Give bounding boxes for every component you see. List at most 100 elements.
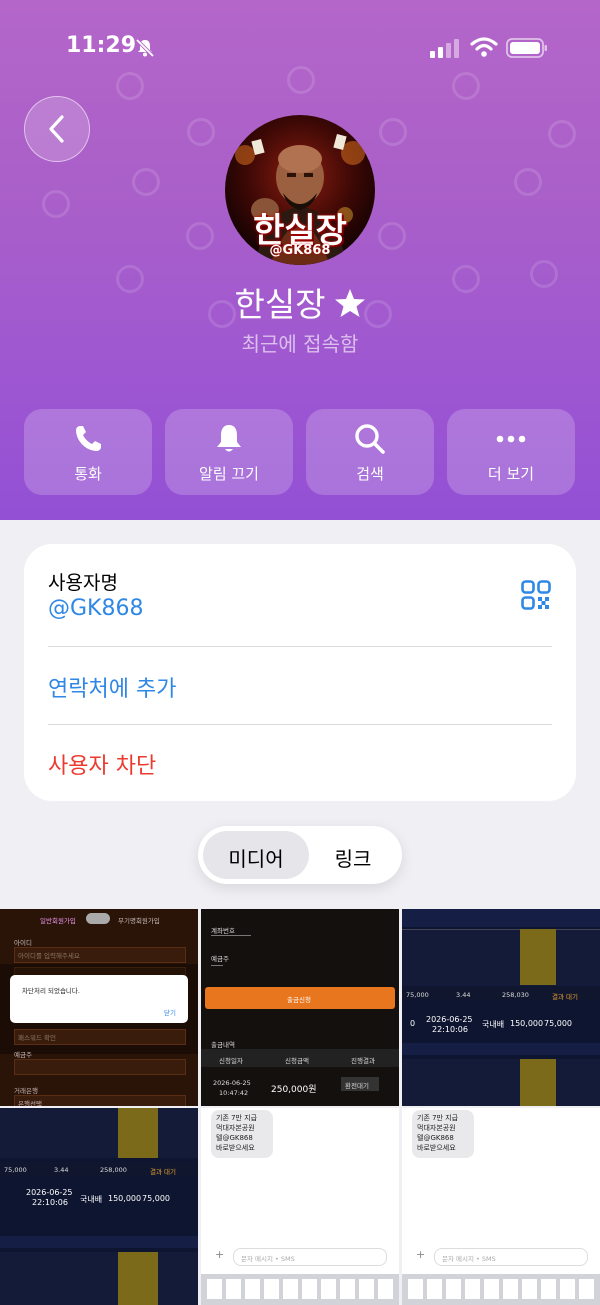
thumb-keyboard-keys (207, 1279, 393, 1299)
thumb-text: 신청금액 (285, 1057, 309, 1065)
thumb-highlight-cell (118, 1108, 158, 1158)
thumb-text: 22:10:06 (432, 1025, 468, 1034)
profile-name-text: 한실장 (234, 285, 326, 324)
search-icon (355, 424, 385, 454)
cellular-signal-icon (430, 39, 459, 58)
tab-media[interactable]: 미디어 (203, 843, 309, 872)
thumb-text: 0 (410, 1019, 416, 1028)
wifi-icon (470, 37, 498, 57)
thumb-text: 닫기 (164, 1009, 176, 1017)
thumb-text: 250,000원 (271, 1085, 317, 1095)
username-label: 사용자명 (48, 572, 118, 594)
profile-header: 11:29 한실장 @GK868 한실장 최근에 접속함 통화 알림 끄기 검색… (0, 0, 600, 520)
media-thumbnail[interactable]: 기존 7만 지급 먹대자본공원 텔@GK868 바로받으세요 + 문자 메시지 … (201, 1108, 399, 1305)
thumb-text: 258,000 (100, 1166, 127, 1174)
back-button[interactable] (24, 96, 90, 162)
qr-code-icon[interactable] (521, 580, 551, 610)
battery-icon (506, 38, 547, 58)
media-thumbnail[interactable]: 75,000 3.44 258,000 결과 대기 2026-06-25 22:… (0, 1108, 198, 1305)
search-label: 검색 (356, 465, 384, 483)
thumb-text: 문자 메시지 • SMS (241, 1255, 295, 1263)
profile-name: 한실장 (0, 278, 600, 326)
more-button[interactable]: 더 보기 (447, 409, 575, 495)
thumb-input (14, 1059, 186, 1075)
thumb-text: 75,000 (4, 1166, 27, 1174)
chevron-left-icon (49, 115, 64, 143)
thumb-line (211, 965, 223, 966)
media-thumbnail[interactable]: 일반회원가입 무기명회원가입 아이디 아이디를 입력해주세요 차단처리 되었습니… (0, 909, 198, 1106)
search-button[interactable]: 검색 (306, 409, 434, 495)
thumb-text: 150,000 (108, 1194, 142, 1203)
thumb-text: 2026-06-25 (213, 1079, 251, 1087)
thumb-text: 먹대자본공원 (216, 1124, 255, 1132)
thumb-text: 바로받으세요 (216, 1144, 255, 1152)
thumb-text: 신청일자 (219, 1057, 243, 1065)
thumb-text: 패스워드 확인 (18, 1034, 56, 1042)
thumb-highlight-cell (118, 1252, 158, 1305)
thumb-text: 텔@GK868 (417, 1134, 454, 1142)
thumb-text: 결과 대기 (150, 1168, 176, 1176)
thumb-text: 아이디를 입력해주세요 (18, 952, 80, 960)
thumb-text: 출금내역 (211, 1041, 235, 1049)
thumb-text: 은행선택 (18, 1100, 42, 1106)
thumb-dialog (10, 975, 188, 1023)
more-icon (496, 435, 526, 443)
media-thumbnail[interactable]: 계좌번호 예금주 출금신청 출금내역 신청일자 신청금액 진행결과 2026-0… (201, 909, 399, 1106)
avatar-handle-art: @GK868 (269, 243, 331, 258)
separator (48, 646, 552, 647)
thumb-text: 무기명회원가입 (118, 917, 160, 925)
thumb-line (211, 935, 251, 936)
call-label: 통화 (74, 465, 102, 483)
thumb-table-row (402, 1059, 600, 1106)
mute-button[interactable]: 알림 끄기 (165, 409, 293, 495)
thumb-text: 3.44 (54, 1166, 69, 1174)
avatar[interactable]: 한실장 @GK868 (225, 115, 375, 265)
thumb-text: 일반회원가입 (40, 917, 76, 925)
thumb-text: 환전대기 (345, 1082, 369, 1090)
thumb-text: 기존 7만 지급 (417, 1114, 459, 1122)
thumb-text: 예금주 (14, 1051, 32, 1059)
add-contact-button[interactable]: 연락처에 추가 (48, 671, 176, 703)
media-link-segmented-control: 미디어 링크 (198, 826, 402, 884)
thumb-text: 10:47:42 (219, 1089, 249, 1097)
media-thumbnail[interactable]: 75,000 3.44 258,030 결과 대기 0 2026-06-25 2… (402, 909, 600, 1106)
thumb-text: 258,030 (502, 991, 529, 999)
thumb-text: 3.44 (456, 991, 471, 999)
plus-icon: + (215, 1248, 225, 1261)
thumb-text: 예금주 (211, 955, 229, 963)
thumb-text: 진행결과 (351, 1057, 375, 1065)
status-time: 11:29 (66, 33, 137, 58)
thumb-table-row (0, 1252, 198, 1305)
last-seen-status: 최근에 접속함 (241, 332, 359, 356)
thumb-text: 차단처리 되었습니다. (22, 987, 80, 995)
username-value[interactable]: @GK868 (48, 596, 143, 621)
thumb-text: 거래은행 (14, 1087, 38, 1095)
thumb-text: 출금신청 (287, 996, 311, 1004)
thumb-text: 국내배 (80, 1195, 103, 1204)
separator (48, 724, 552, 725)
bell-off-icon (135, 38, 155, 58)
block-user-button[interactable]: 사용자 차단 (48, 748, 156, 780)
action-buttons: 통화 알림 끄기 검색 더 보기 (24, 409, 576, 495)
thumb-text: 150,000 (510, 1019, 544, 1028)
thumb-text: 기존 7만 지급 (216, 1114, 258, 1122)
thumb-text: 문자 메시지 • SMS (442, 1255, 496, 1263)
media-thumbnail[interactable]: 기존 7만 지급 먹대자본공원 텔@GK868 바로받으세요 + 문자 메시지 … (402, 1108, 600, 1305)
premium-star-icon[interactable] (334, 288, 366, 318)
tab-link[interactable]: 링크 (309, 843, 397, 872)
thumb-highlight-cell (520, 929, 556, 985)
thumb-text: 75,000 (406, 991, 429, 999)
thumb-table-header (402, 1043, 600, 1055)
thumb-keyboard-keys (408, 1279, 594, 1299)
thumb-text: 22:10:06 (32, 1198, 68, 1207)
toggle-switch (86, 913, 110, 924)
thumb-table-header (0, 1236, 198, 1248)
thumb-text: 75,000 (544, 1019, 572, 1028)
thumb-text: 텔@GK868 (216, 1134, 253, 1142)
bell-icon (217, 425, 241, 452)
info-card: 사용자명 @GK868 연락처에 추가 사용자 차단 (24, 544, 576, 801)
call-button[interactable]: 통화 (24, 409, 152, 495)
thumb-table-row (0, 1108, 198, 1158)
plus-icon: + (416, 1248, 426, 1261)
thumb-text: 바로받으세요 (417, 1144, 456, 1152)
